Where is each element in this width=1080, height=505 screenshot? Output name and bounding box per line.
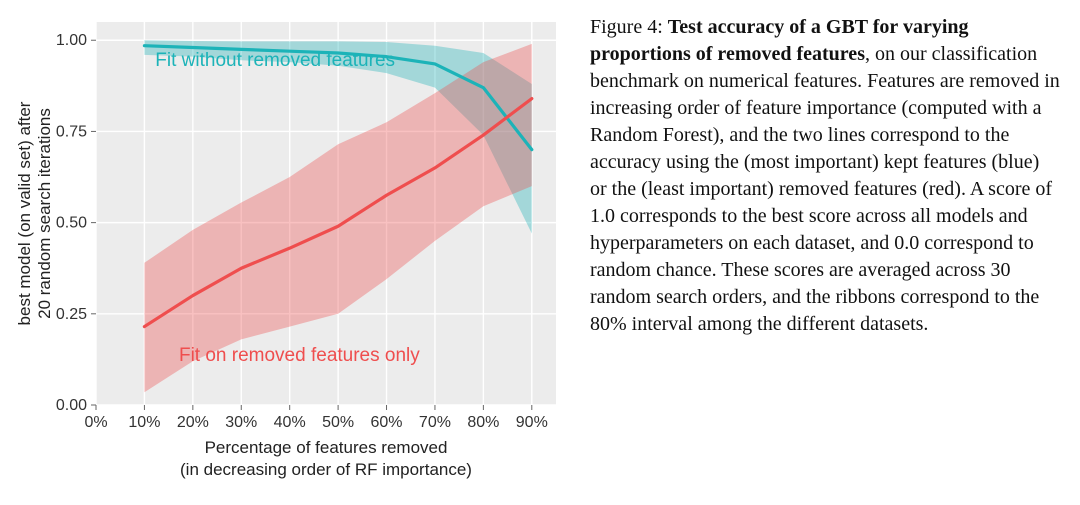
caption-label: Figure 4: <box>590 16 663 38</box>
y-tick-label: 0.75 <box>56 123 87 140</box>
x-tick-label: 50% <box>322 414 354 431</box>
y-axis-title: Normalized GBT test score ofbest model (… <box>10 101 54 325</box>
x-tick-label: 70% <box>419 414 451 431</box>
figure-caption: Figure 4: Test accuracy of a GBT for var… <box>590 10 1060 495</box>
x-tick-label: 40% <box>274 414 306 431</box>
x-axis-title: Percentage of features removed <box>205 438 448 457</box>
x-tick-label: 0% <box>84 414 107 431</box>
x-tick-label: 90% <box>516 414 548 431</box>
x-tick-label: 10% <box>128 414 160 431</box>
x-tick-label: 20% <box>177 414 209 431</box>
chart-panel: 0.00 0.25 0.50 0.75 1.00 0% 10% 20% 30% 40% 50% 60%… <box>10 10 570 495</box>
svg-text:best model (on valid set) afte: best model (on valid set) after <box>15 101 34 325</box>
y-tick-label: 1.00 <box>56 32 87 49</box>
svg-text:Normalized GBT test score of: Normalized GBT test score of <box>10 102 14 325</box>
y-tick-label: 0.00 <box>56 397 87 414</box>
series-annotation: Fit without removed features <box>155 50 395 71</box>
x-tick-label: 80% <box>467 414 499 431</box>
x-tick-label: 30% <box>225 414 257 431</box>
y-tick-label: 0.50 <box>56 215 87 232</box>
x-tick-label: 60% <box>371 414 403 431</box>
x-axis-subtitle: (in decreasing order of RF importance) <box>180 460 472 479</box>
svg-text:20 random search iterations: 20 random search iterations <box>35 108 54 319</box>
y-tick-label: 0.25 <box>56 306 87 323</box>
line-chart: 0.00 0.25 0.50 0.75 1.00 0% 10% 20% 30% 40% 50% 60%… <box>10 10 570 495</box>
series-annotation: Fit on removed features only <box>179 345 420 366</box>
caption-body: , on our classification benchmark on num… <box>590 43 1060 335</box>
